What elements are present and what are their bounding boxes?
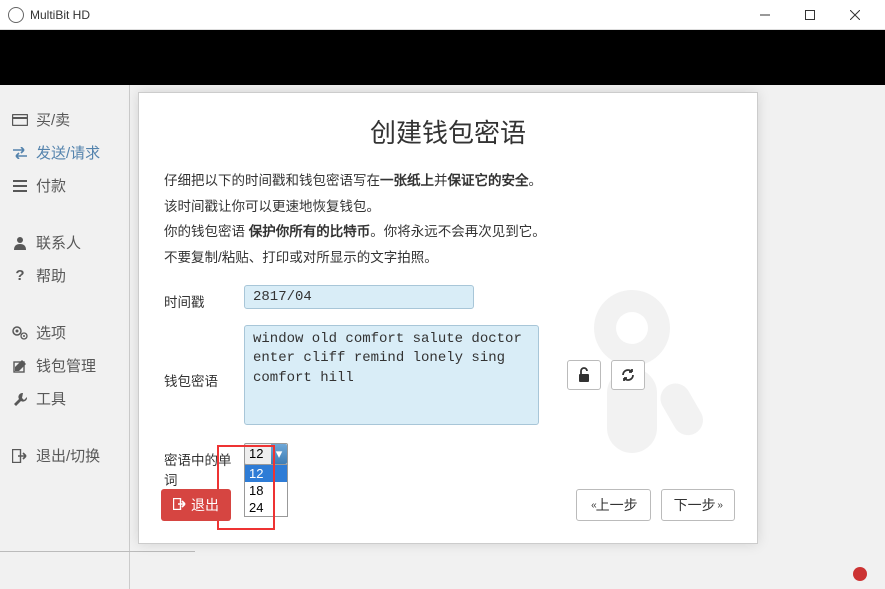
- app-icon: [8, 7, 24, 23]
- exit-button[interactable]: 退出: [161, 489, 231, 521]
- word-count-label: 密语中的单词: [164, 443, 244, 489]
- dropdown-option[interactable]: 12: [245, 465, 287, 482]
- word-count-dropdown[interactable]: 12 18 24: [244, 464, 288, 517]
- timestamp-label: 时间戳: [164, 285, 244, 311]
- refresh-icon: [620, 367, 636, 383]
- timestamp-input[interactable]: [244, 285, 474, 309]
- dropdown-option[interactable]: 24: [245, 499, 287, 516]
- seed-words-textarea[interactable]: [244, 325, 539, 425]
- word-count-select[interactable]: 12 ▾: [244, 443, 288, 465]
- signout-icon: [173, 497, 187, 513]
- chevron-left-icon: «: [591, 500, 594, 511]
- header-bar: [0, 30, 885, 85]
- instruction-text: 仔细把以下的时间戳和钱包密语写在一张纸上并保证它的安全。 该时间戳让你可以更速地…: [164, 168, 732, 271]
- next-button-label: 下一步: [674, 495, 716, 515]
- maximize-button[interactable]: [787, 0, 832, 30]
- unlock-icon: [577, 367, 591, 383]
- titlebar: MultiBit HD: [0, 0, 885, 30]
- next-button[interactable]: 下一步 »: [661, 489, 735, 521]
- refresh-button[interactable]: [611, 360, 645, 390]
- seed-label: 钱包密语: [164, 325, 244, 425]
- prev-button-label: 上一步: [596, 495, 638, 515]
- app-title: MultiBit HD: [30, 8, 90, 22]
- close-button[interactable]: [832, 0, 877, 30]
- chevron-right-icon: »: [718, 500, 720, 511]
- chevron-down-icon: ▾: [271, 444, 287, 464]
- dropdown-option[interactable]: 18: [245, 482, 287, 499]
- create-seed-modal: 创建钱包密语 仔细把以下的时间戳和钱包密语写在一张纸上并保证它的安全。 该时间戳…: [138, 92, 758, 544]
- divider: [0, 551, 195, 552]
- word-count-value: 12: [249, 446, 263, 461]
- modal-title: 创建钱包密语: [164, 113, 732, 150]
- unlock-button[interactable]: [567, 360, 601, 390]
- minimize-button[interactable]: [742, 0, 787, 30]
- exit-button-label: 退出: [191, 495, 219, 515]
- recording-indicator: [853, 567, 867, 581]
- prev-button[interactable]: « 上一步: [576, 489, 651, 521]
